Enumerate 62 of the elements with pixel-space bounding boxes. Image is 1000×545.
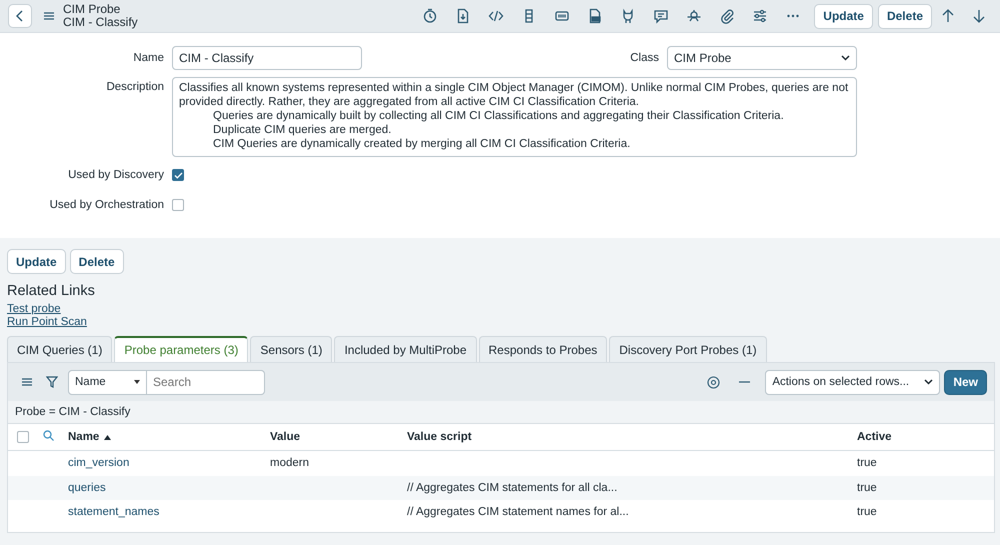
caret-icon [134, 380, 140, 384]
column-header[interactable]: Value script [407, 431, 472, 443]
class-select[interactable]: CIM Probe [667, 46, 857, 70]
related-link[interactable]: Test probe [0, 303, 61, 316]
paperclip-icon[interactable] [718, 8, 735, 24]
column-header[interactable]: Active [857, 431, 892, 443]
tab[interactable]: Sensors (1) [250, 336, 332, 362]
caret-icon [924, 379, 934, 385]
tab[interactable]: Discovery Port Probes (1) [609, 336, 767, 362]
column-header[interactable]: Value [270, 431, 300, 443]
menu-icon[interactable] [22, 378, 32, 386]
field-label: Class [629, 52, 660, 64]
search-field[interactable]: Search [147, 370, 265, 394]
code-icon[interactable] [488, 8, 504, 24]
record-title: CIM - Classify [63, 16, 138, 29]
search-icon[interactable] [43, 430, 54, 441]
field-label: Used by Orchestration [48, 199, 165, 211]
checkbox[interactable] [172, 169, 184, 181]
field-label: Description [105, 80, 165, 93]
table-cell: // Aggregates CIM statements for all cla... [407, 482, 618, 494]
chevron-left-icon [15, 10, 25, 22]
menu-icon[interactable] [44, 12, 54, 20]
arrow-up-icon[interactable] [940, 9, 954, 23]
filter-breadcrumb[interactable]: Probe = CIM - Classify [15, 406, 130, 418]
search-column-select[interactable]: Name [68, 370, 147, 394]
sliders-icon[interactable] [752, 8, 768, 24]
form-button[interactable]: Delete [70, 249, 124, 274]
field-label: Used by Discovery [67, 169, 165, 181]
column-header[interactable]: Name [68, 431, 100, 443]
filter-icon[interactable] [46, 376, 58, 388]
checkbox[interactable] [172, 199, 184, 211]
new-button[interactable]: New [944, 370, 987, 394]
back-button[interactable] [8, 4, 32, 28]
table-cell: true [857, 482, 877, 494]
table-cell: // Aggregates CIM statement names for al... [407, 506, 629, 518]
field-label: Name [132, 52, 165, 64]
arrow-down-icon[interactable] [972, 9, 986, 23]
tab[interactable]: Responds to Probes [478, 336, 608, 362]
section-title: Related Links [6, 282, 96, 301]
form-button[interactable]: Update [7, 249, 66, 274]
table-cell: true [857, 506, 877, 518]
name-field[interactable]: CIM - Classify [172, 46, 362, 70]
record-link[interactable]: statement_names [68, 506, 160, 518]
comment-icon[interactable] [652, 8, 669, 24]
table-cell: true [857, 457, 877, 470]
tab[interactable]: Probe parameters (3) [114, 336, 248, 362]
sort-ascending-icon[interactable] [104, 434, 112, 440]
related-link[interactable]: Run Point Scan [0, 316, 87, 329]
record-link[interactable]: cim_version [68, 457, 130, 470]
select-all-checkbox[interactable] [17, 431, 29, 443]
description-field[interactable]: Classifies all known systems represented within a single CIM Object Manager (CIMOM). Unlike normal CIM Probes, queries are not provided directly. Rather, they are aggregated from all active CIM CI Classification Criteria. Queries are dynamically built by collecting all CIM CI Classifications and aggregating their Classification Criteria. Duplicate CIM queries are merged. CIM Queries are dynamically created by merging all CIM CI Classification Criteria. [172, 77, 857, 157]
table-cell: modern [270, 457, 309, 470]
tab[interactable]: CIM Queries (1) [7, 336, 112, 362]
clock-icon[interactable] [422, 8, 438, 24]
header-button[interactable]: Update [814, 4, 873, 28]
caret-icon [841, 55, 850, 61]
record-type: CIM Probe [63, 3, 122, 16]
record-link[interactable]: queries [68, 482, 106, 494]
actions-select[interactable]: Actions on selected rows... [765, 370, 940, 394]
header-button[interactable]: Delete [878, 4, 932, 28]
tab[interactable]: Included by MultiProbe [334, 336, 477, 362]
settings-icon[interactable] [707, 376, 720, 388]
